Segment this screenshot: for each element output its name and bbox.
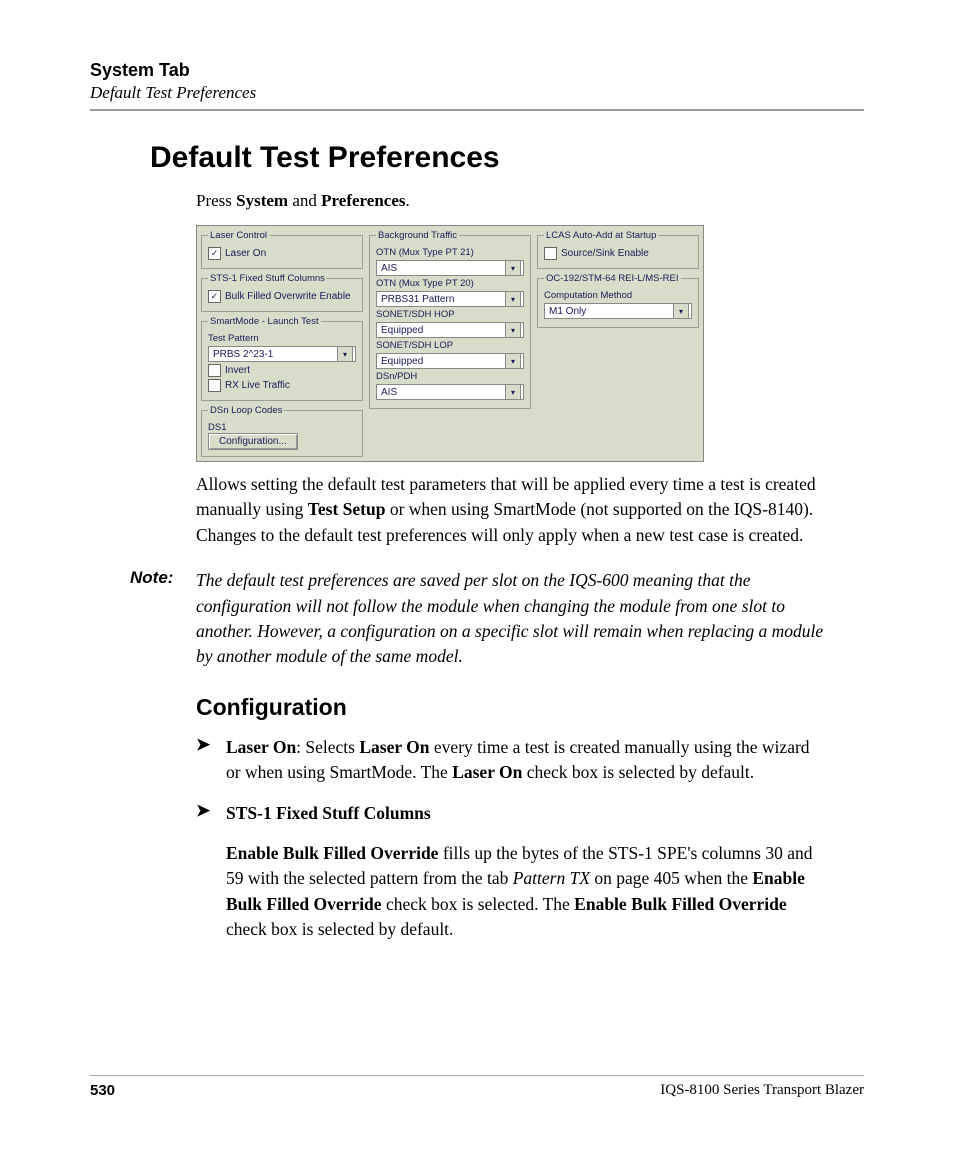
invert-label: Invert xyxy=(225,365,250,376)
chevron-down-icon: ▾ xyxy=(505,322,521,338)
product-name: IQS-8100 Series Transport Blazer xyxy=(660,1082,864,1099)
bullet-arrow-icon: ➤ xyxy=(196,735,226,786)
intro-line: Press System and Preferences. xyxy=(196,191,824,211)
checkbox-icon: ✓ xyxy=(208,247,221,260)
lop-select[interactable]: Equipped▾ xyxy=(376,353,524,369)
bullet-body: STS-1 Fixed Stuff Columns Enable Bulk Fi… xyxy=(226,801,824,942)
chevron-down-icon: ▾ xyxy=(505,384,521,400)
laser-control-legend: Laser Control xyxy=(208,230,269,241)
bulk-filled-checkbox[interactable]: ✓ Bulk Filled Overwrite Enable xyxy=(208,290,356,303)
note-block: Note: The default test preferences are s… xyxy=(130,568,824,670)
header-subtitle: Default Test Preferences xyxy=(90,83,864,103)
bullet-arrow-icon: ➤ xyxy=(196,801,226,942)
smartmode-legend: SmartMode - Launch Test xyxy=(208,316,321,327)
computation-method-select[interactable]: M1 Only▾ xyxy=(544,303,692,319)
lop-label: SONET/SDH LOP xyxy=(376,340,524,351)
sts1-legend: STS-1 Fixed Stuff Columns xyxy=(208,273,327,284)
oc192-group: OC-192/STM-64 REI-L/MS-REI Computation M… xyxy=(537,273,699,328)
dsn-select[interactable]: AIS▾ xyxy=(376,384,524,400)
checkbox-icon xyxy=(208,364,221,377)
rx-live-checkbox[interactable]: RX Live Traffic xyxy=(208,379,356,392)
otn20-label: OTN (Mux Type PT 20) xyxy=(376,278,524,289)
hop-label: SONET/SDH HOP xyxy=(376,309,524,320)
otn21-label: OTN (Mux Type PT 21) xyxy=(376,247,524,258)
chevron-down-icon: ▾ xyxy=(337,346,353,362)
rx-live-label: RX Live Traffic xyxy=(225,380,290,391)
description-paragraph: Allows setting the default test paramete… xyxy=(196,472,824,548)
test-pattern-value: PRBS 2^23-1 xyxy=(213,349,273,360)
laser-control-group: Laser Control ✓ Laser On xyxy=(201,230,363,269)
checkbox-icon: ✓ xyxy=(208,290,221,303)
page-header: System Tab Default Test Preferences xyxy=(90,60,864,103)
bullet-item: ➤ STS-1 Fixed Stuff Columns Enable Bulk … xyxy=(196,801,824,942)
chevron-down-icon: ▾ xyxy=(673,303,689,319)
checkbox-icon xyxy=(208,379,221,392)
chevron-down-icon: ▾ xyxy=(505,260,521,276)
lcas-legend: LCAS Auto-Add at Startup xyxy=(544,230,658,241)
dsn-loop-legend: DSn Loop Codes xyxy=(208,405,284,416)
bullet-item: ➤ Laser On: Selects Laser On every time … xyxy=(196,735,824,786)
sts1-group: STS-1 Fixed Stuff Columns ✓ Bulk Filled … xyxy=(201,273,363,312)
chevron-down-icon: ▾ xyxy=(505,353,521,369)
header-rule xyxy=(90,109,864,111)
main-title: Default Test Preferences xyxy=(150,141,864,175)
otn20-select[interactable]: PRBS31 Pattern▾ xyxy=(376,291,524,307)
configuration-heading: Configuration xyxy=(196,694,864,721)
test-pattern-select[interactable]: PRBS 2^23-1 ▾ xyxy=(208,346,356,362)
configuration-button[interactable]: Configuration... xyxy=(208,433,298,450)
oc192-legend: OC-192/STM-64 REI-L/MS-REI xyxy=(544,273,681,284)
preferences-screenshot: Laser Control ✓ Laser On STS-1 Fixed Stu… xyxy=(196,225,704,462)
bullet-body: Laser On: Selects Laser On every time a … xyxy=(226,735,824,786)
bulk-filled-label: Bulk Filled Overwrite Enable xyxy=(225,291,351,302)
hop-select[interactable]: Equipped▾ xyxy=(376,322,524,338)
dsn-loop-group: DSn Loop Codes DS1 Configuration... xyxy=(201,405,363,457)
source-sink-checkbox[interactable]: Source/Sink Enable xyxy=(544,247,692,260)
note-label: Note: xyxy=(130,568,196,670)
header-title: System Tab xyxy=(90,60,864,81)
page-footer: 530 IQS-8100 Series Transport Blazer xyxy=(90,1075,864,1099)
laser-on-checkbox[interactable]: ✓ Laser On xyxy=(208,247,356,260)
dsn-label: DSn/PDH xyxy=(376,371,524,382)
computation-method-label: Computation Method xyxy=(544,290,692,301)
checkbox-icon xyxy=(544,247,557,260)
lcas-group: LCAS Auto-Add at Startup Source/Sink Ena… xyxy=(537,230,699,269)
smartmode-group: SmartMode - Launch Test Test Pattern PRB… xyxy=(201,316,363,401)
chevron-down-icon: ▾ xyxy=(505,291,521,307)
ds1-label: DS1 xyxy=(208,422,356,433)
background-traffic-group: Background Traffic OTN (Mux Type PT 21) … xyxy=(369,230,531,409)
source-sink-label: Source/Sink Enable xyxy=(561,248,649,259)
otn21-select[interactable]: AIS▾ xyxy=(376,260,524,276)
invert-checkbox[interactable]: Invert xyxy=(208,364,356,377)
background-traffic-legend: Background Traffic xyxy=(376,230,459,241)
note-text: The default test preferences are saved p… xyxy=(196,568,824,670)
page-number: 530 xyxy=(90,1082,115,1099)
test-pattern-label: Test Pattern xyxy=(208,333,356,344)
laser-on-label: Laser On xyxy=(225,248,266,259)
